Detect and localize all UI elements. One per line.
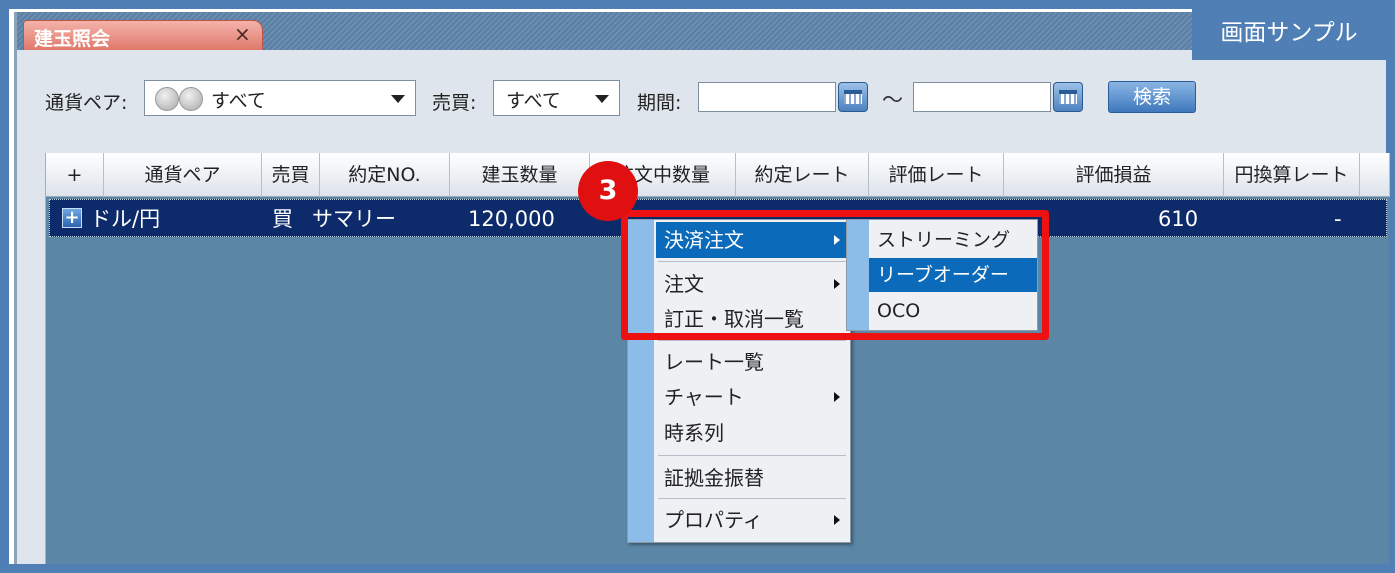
cell-yen-rate: - xyxy=(1334,207,1342,231)
menu-item-label: 時系列 xyxy=(664,421,724,445)
currency-circle-icon xyxy=(179,87,203,111)
period-to-input[interactable] xyxy=(913,82,1051,112)
menu-item-label: プロパティ xyxy=(664,508,763,532)
side-value: すべて xyxy=(506,90,561,112)
cell-contract: サマリー xyxy=(312,207,396,231)
submenu-arrow-icon xyxy=(834,392,840,402)
cell-side: 買 xyxy=(272,207,293,231)
currency-pair-value: すべて xyxy=(211,90,266,112)
close-icon[interactable]: × xyxy=(234,22,251,46)
expand-plus-icon[interactable]: + xyxy=(62,208,82,228)
currency-circle-icon xyxy=(155,87,179,111)
column-header-contract[interactable]: 約定NO. xyxy=(320,153,450,197)
highlight-box xyxy=(621,210,1049,340)
grid-header: + 通貨ペア 売買 約定NO. 建玉数量 注文中数量 約定レート 評価レート 評… xyxy=(46,153,1390,197)
currency-pair-label: 通貨ペア: xyxy=(45,92,128,114)
cell-pnl: 610 xyxy=(1158,207,1199,231)
period-from-input[interactable] xyxy=(698,82,836,112)
cell-position-qty: 120,000 xyxy=(468,207,555,231)
tab-title: 建玉照会 xyxy=(34,28,111,50)
submenu-arrow-icon xyxy=(834,515,840,525)
menu-item-time-series[interactable]: 時系列 xyxy=(656,415,846,451)
menu-item-margin-transfer[interactable]: 証拠金振替 xyxy=(656,460,846,496)
menu-separator xyxy=(658,340,846,341)
column-header-position-qty[interactable]: 建玉数量 xyxy=(450,153,590,197)
menu-item-chart[interactable]: チャート xyxy=(656,379,846,415)
side-label: 売買: xyxy=(432,92,477,114)
calendar-icon[interactable] xyxy=(1053,82,1083,112)
column-header-pair[interactable]: 通貨ペア xyxy=(104,153,262,197)
menu-item-label: レート一覧 xyxy=(664,350,764,374)
column-header-yen-rate[interactable]: 円換算レート xyxy=(1224,153,1360,197)
column-header-expand[interactable]: + xyxy=(46,153,104,197)
menu-item-label: チャート xyxy=(664,385,744,409)
menu-item-rate-list[interactable]: レート一覧 xyxy=(656,344,846,380)
tab-strip: 建玉照会 × xyxy=(17,12,1386,50)
column-header-more[interactable] xyxy=(1360,153,1390,197)
column-header-pnl[interactable]: 評価損益 xyxy=(1004,153,1224,197)
cell-pair: ドル/円 xyxy=(90,207,161,231)
range-separator: ～ xyxy=(882,88,903,112)
side-select[interactable]: すべて xyxy=(493,80,620,116)
step-number-badge: 3 xyxy=(578,161,638,221)
menu-separator xyxy=(658,455,846,456)
chevron-down-icon xyxy=(595,95,609,103)
menu-item-label: 証拠金振替 xyxy=(664,466,764,490)
menu-separator xyxy=(658,498,846,499)
currency-pair-select[interactable]: すべて xyxy=(144,80,416,116)
sample-screen-badge: 画面サンプル xyxy=(1192,9,1386,60)
column-header-contract-rate[interactable]: 約定レート xyxy=(736,153,869,197)
filter-bar: 通貨ペア: すべて 売買: すべて 期間: ～ 検索 xyxy=(17,50,1386,146)
column-header-valuation-rate[interactable]: 評価レート xyxy=(869,153,1004,197)
chevron-down-icon xyxy=(391,95,405,103)
tab-position-inquiry[interactable]: 建玉照会 × xyxy=(23,20,263,50)
menu-item-properties[interactable]: プロパティ xyxy=(656,502,846,538)
column-header-side[interactable]: 売買 xyxy=(262,153,320,197)
search-button[interactable]: 検索 xyxy=(1108,81,1196,113)
period-label: 期間: xyxy=(637,92,682,114)
calendar-icon[interactable] xyxy=(838,82,868,112)
